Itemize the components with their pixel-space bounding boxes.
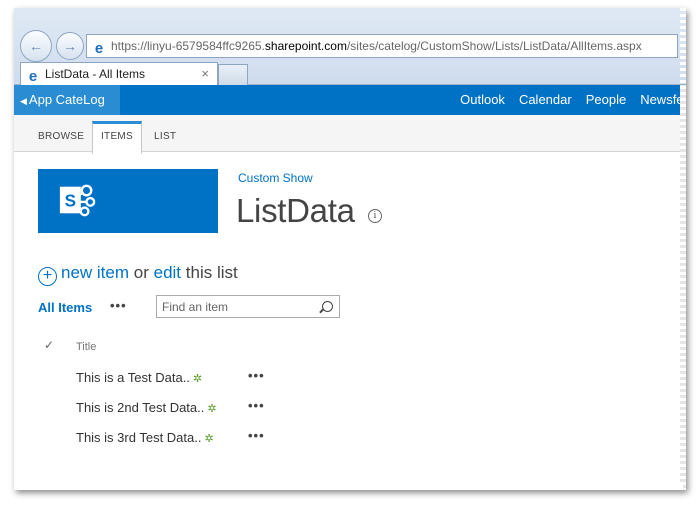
back-arrow-icon: ← [29,38,43,54]
suite-nav-outlook[interactable]: Outlook [460,92,505,107]
browser-window: ← → e https://linyu-6579584ffc9265.sharep… [14,8,686,490]
app-name-link[interactable]: ◀ App CateLog [14,85,120,115]
search-input[interactable]: Find an item [156,295,340,318]
new-item-link[interactable]: new item [61,263,129,282]
list-item[interactable]: This is a Test Data.. ✲ [76,370,202,385]
this-list-text: this list [185,263,238,282]
list-item-title[interactable]: This is 2nd Test Data.. [76,400,204,415]
new-item-icon: ✲ [204,433,214,445]
tab-items[interactable]: ITEMS [92,121,142,154]
or-text: or [133,263,149,282]
torn-edge-bottom [14,484,686,490]
address-bar[interactable]: e https://linyu-6579584ffc9265.sharepoint… [86,34,678,58]
url-prefix: https://linyu-6579584ffc9265. [111,39,265,53]
select-all-checkmark[interactable]: ✓ [44,338,54,352]
site-logo[interactable]: S [38,169,218,233]
torn-edge-right [680,8,686,490]
ie-icon: e [94,40,104,57]
svg-text:S: S [65,192,76,211]
item-menu-ellipsis[interactable]: ••• [248,428,265,443]
back-button[interactable]: ← [20,30,52,62]
suite-nav-calendar[interactable]: Calendar [519,92,572,107]
new-item-icon: ✲ [207,403,217,415]
suite-bar: ◀ App CateLog Outlook Calendar People Newsfe… [14,85,686,115]
list-item[interactable]: This is 2nd Test Data.. ✲ [76,400,217,415]
new-item-icon: ✲ [192,373,203,385]
search-placeholder: Find an item [162,300,229,314]
tab-title: ListData - All Items [45,67,146,81]
forward-arrow-icon: → [63,38,77,54]
tab-list[interactable]: LIST [154,123,176,151]
suite-nav-people[interactable]: People [586,92,626,107]
url-host: sharepoint.com [264,39,347,53]
info-icon[interactable]: i [368,209,382,223]
list-item-title[interactable]: This is 3rd Test Data.. [76,430,201,445]
browser-chrome: ← → e https://linyu-6579584ffc9265.sharep… [14,8,686,85]
list-item-title[interactable]: This is a Test Data.. [76,370,190,385]
view-all-items[interactable]: All Items [38,300,92,315]
app-name: App CateLog [28,92,105,107]
close-tab-icon[interactable]: × [201,63,209,85]
suite-nav: OutlookCalendarPeopleNewsfeed [460,85,686,115]
page-title: ListData [236,192,355,229]
ie-tab-icon: e [28,68,38,85]
item-menu-ellipsis[interactable]: ••• [248,398,265,413]
browser-tab[interactable]: e ListData - All Items × [20,62,218,85]
plus-circle-icon[interactable]: + [38,267,57,286]
search-icon[interactable] [322,301,333,312]
url-path: /sites/catelog/CustomShow/Lists/ListData… [346,39,642,53]
column-header-title[interactable]: Title [76,341,96,353]
breadcrumb[interactable]: Custom Show [238,171,313,185]
forward-button[interactable]: → [56,32,84,60]
new-tab-button[interactable] [218,64,248,85]
new-item-bar: + new item or edit this list [38,263,238,286]
list-item[interactable]: This is 3rd Test Data.. ✲ [76,430,214,445]
tab-browse[interactable]: BROWSE [38,123,84,151]
chevron-left-icon: ◀ [20,96,27,106]
view-more-ellipsis[interactable]: ••• [110,298,127,313]
edit-link[interactable]: edit [154,263,181,282]
sharepoint-logo-icon: S [59,184,96,217]
item-menu-ellipsis[interactable]: ••• [248,368,265,383]
ribbon: BROWSE ITEMS LIST [14,115,686,154]
